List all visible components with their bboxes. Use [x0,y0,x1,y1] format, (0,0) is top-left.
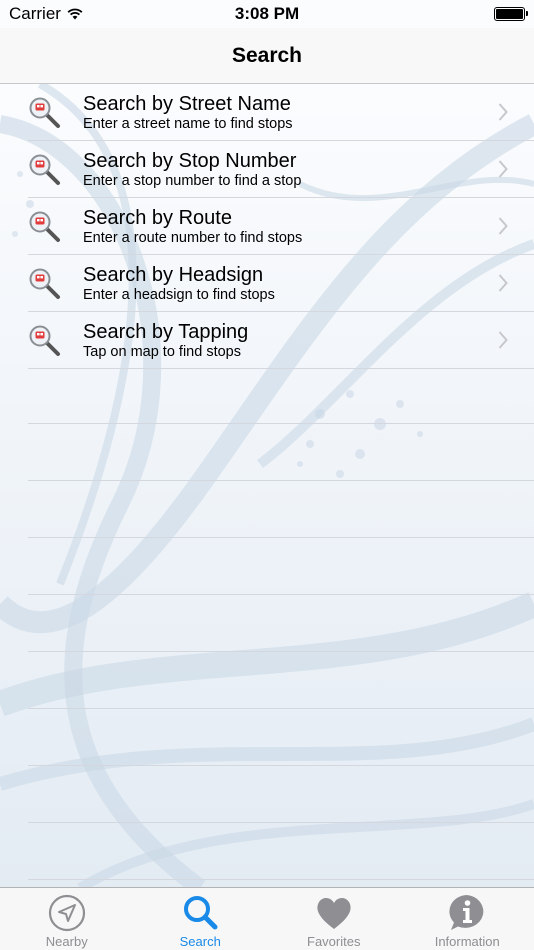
row-separator [28,480,534,481]
row-separator [28,765,534,766]
row-separator [28,651,534,652]
row-separator [28,594,534,595]
row-subtitle: Enter a headsign to find stops [83,286,275,303]
chevron-right-icon [498,274,508,292]
battery-icon [494,7,528,21]
row-title: Search by Tapping [83,320,249,343]
chevron-right-icon [498,331,508,349]
row-title: Search by Headsign [83,263,264,286]
magnifier-icon [184,896,218,930]
tab-label: Search [179,934,221,949]
carrier-label: Carrier [9,4,61,23]
bus-stop-search-icon [29,325,60,356]
row-subtitle: Tap on map to find stops [83,343,241,360]
row-title: Search by Route [83,206,232,229]
search-options-list: Search by Street Name Enter a street nam… [0,84,534,369]
row-text: Search by Street Name Enter a street nam… [83,93,534,133]
bus-stop-search-icon [29,268,60,299]
row-search-by-headsign[interactable]: Search by Headsign Enter a headsign to f… [0,255,534,312]
tab-information[interactable]: Information [401,888,534,950]
screen: Carrier 3:08 PM Search Search by Street … [0,0,534,950]
wifi-icon [67,8,83,20]
page-title: Search [231,43,303,67]
row-search-by-route[interactable]: Search by Route Enter a route number to … [0,198,534,255]
row-text: Search by Headsign Enter a headsign to f… [83,264,534,304]
tab-search[interactable]: Search [134,888,268,950]
tab-label: Favorites [307,934,361,949]
tab-label: Information [434,934,500,949]
navigation-arrow-icon [48,894,85,932]
row-separator [28,537,534,538]
row-separator [28,822,534,823]
tab-label: Nearby [45,934,88,949]
tab-favorites[interactable]: Favorites [267,888,401,950]
row-subtitle: Enter a route number to find stops [83,229,303,246]
tab-nearby[interactable]: Nearby [0,888,134,950]
row-text: Search by Tapping Tap on map to find sto… [83,321,534,361]
row-search-by-stop-number[interactable]: Search by Stop Number Enter a stop numbe… [0,141,534,198]
info-bubble-icon [449,895,484,930]
status-bar: Carrier 3:08 PM [0,0,534,28]
chevron-right-icon [498,160,508,178]
chevron-right-icon [498,217,508,235]
navigation-bar: Search [0,28,534,84]
chevron-right-icon [498,103,508,121]
row-search-by-street-name[interactable]: Search by Street Name Enter a street nam… [0,84,534,141]
row-search-by-tapping[interactable]: Search by Tapping Tap on map to find sto… [0,312,534,369]
row-title: Search by Stop Number [83,149,297,172]
row-text: Search by Route Enter a route number to … [83,207,534,247]
empty-table-area [0,368,534,888]
bus-stop-search-icon [29,154,60,185]
row-separator [28,423,534,424]
row-subtitle: Enter a stop number to find a stop [83,172,302,189]
status-left: Carrier [9,4,83,24]
bus-stop-search-icon [29,97,60,128]
tab-bar: Nearby Search Favorites Information [0,887,534,950]
row-separator [28,708,534,709]
row-title: Search by Street Name [83,92,291,115]
row-text: Search by Stop Number Enter a stop numbe… [83,150,534,190]
row-subtitle: Enter a street name to find stops [83,115,293,132]
bus-stop-search-icon [29,211,60,242]
heart-icon [317,897,351,929]
row-separator [28,879,534,880]
